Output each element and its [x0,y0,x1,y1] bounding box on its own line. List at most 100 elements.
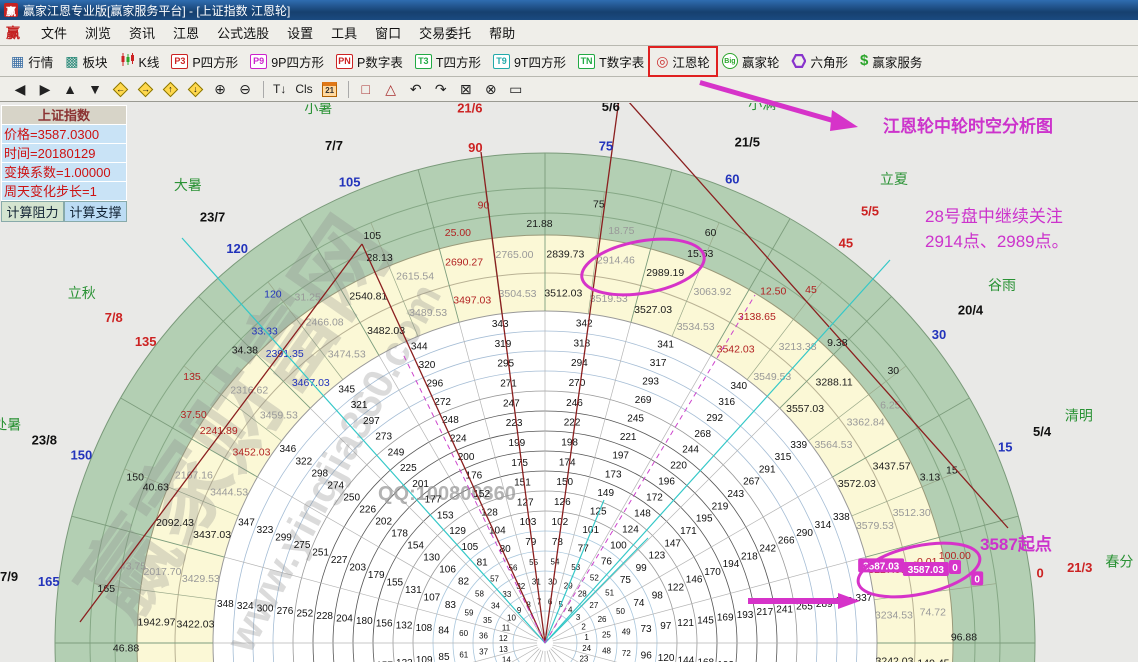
svg-text:247: 247 [503,398,520,409]
svg-text:165: 165 [38,574,60,589]
svg-text:146: 146 [686,575,703,586]
svg-text:242: 242 [759,543,776,554]
menu-item-交易委托[interactable]: 交易委托 [410,23,480,44]
toolbar-9p-square[interactable]: P99P四方形 [245,49,329,74]
toolbar-t-square[interactable]: T3T四方形 [410,49,486,74]
menu-item-窗口[interactable]: 窗口 [366,23,410,44]
diamond-down-icon[interactable]: ↓ [183,79,207,100]
svg-text:218: 218 [741,551,758,562]
svg-text:3474.53: 3474.53 [328,349,366,361]
big-wheel-icon: Big [722,53,738,69]
svg-text:76: 76 [601,557,613,568]
svg-text:3452.03: 3452.03 [232,446,270,458]
pan-left-icon[interactable]: ◀ [8,79,32,100]
toolbar-service[interactable]: $赢家服务 [855,49,927,74]
toolbar-separator [348,81,349,98]
svg-text:3564.53: 3564.53 [814,439,852,451]
chart-area: 赢家财富网www.yingjia360.comQQ:10080036012345… [0,103,1138,662]
svg-text:252: 252 [296,609,313,620]
toolbar-quotes[interactable]: ▦行情 [6,49,58,74]
menu-item-资讯[interactable]: 资讯 [120,23,164,44]
svg-text:34.38: 34.38 [232,345,258,357]
center-cross-icon[interactable]: ⊗ [479,79,503,100]
svg-text:342: 342 [576,318,593,329]
svg-text:74.72: 74.72 [920,606,946,618]
menu-item-公式选股[interactable]: 公式选股 [208,23,278,44]
svg-text:220: 220 [670,461,687,472]
menu-item-帮助[interactable]: 帮助 [480,23,524,44]
svg-text:251: 251 [312,547,329,558]
diamond-up-icon[interactable]: ↑ [158,79,182,100]
pan-up-icon[interactable]: ▲ [58,79,82,100]
svg-text:3437.57: 3437.57 [873,460,911,472]
toolbar-sectors[interactable]: ▩板块 [60,49,112,74]
calendar-icon[interactable]: 21 [318,79,342,100]
toolbar-separator [263,81,264,98]
svg-text:3138.65: 3138.65 [738,311,776,323]
expand-box-icon[interactable]: ⊠ [454,79,478,100]
svg-text:318: 318 [573,338,590,349]
menu-item-文件[interactable]: 文件 [32,23,76,44]
menu-item-浏览[interactable]: 浏览 [76,23,120,44]
presentation-icon[interactable]: ▭ [504,79,528,100]
rotate-ccw-icon[interactable]: ↶ [404,79,428,100]
rotate-cw-icon[interactable]: ↷ [429,79,453,100]
calc-resistance-button[interactable]: 计算阻力 [1,201,64,222]
svg-text:27: 27 [589,601,598,610]
toolbar-t-table[interactable]: TNT数字表 [573,49,649,74]
toolbar-label: 9P四方形 [271,52,324,71]
svg-text:131: 131 [405,585,422,596]
svg-text:0: 0 [1037,565,1044,580]
toolbar-winner-wheel[interactable]: Big赢家轮 [717,49,785,74]
toolbar-p-square[interactable]: P3P四方形 [166,49,243,74]
diamond-left-icon[interactable]: ← [108,79,132,100]
svg-text:321: 321 [351,400,368,411]
svg-text:6.25: 6.25 [880,400,901,412]
toolbar-label: K线 [139,52,160,71]
svg-text:74: 74 [633,598,645,609]
diamond-right-icon[interactable]: → [133,79,157,100]
toolbar-kline[interactable]: K线 [115,49,165,74]
pan-right-icon[interactable]: ▶ [33,79,57,100]
rect-tool-icon[interactable]: □ [354,79,378,100]
menu-bar: 赢 文件浏览资讯江恩公式选股设置工具窗口交易委托帮助 [0,20,1138,46]
gann-wheel[interactable]: 赢家财富网www.yingjia360.comQQ:10080036012345… [0,103,1138,662]
svg-text:343: 343 [492,319,509,330]
svg-text:83: 83 [445,600,457,611]
toolbar-hexagon[interactable]: 六角形 [786,49,853,74]
svg-text:2017.70: 2017.70 [144,566,182,578]
zoom-in-icon[interactable]: ⊕ [208,79,232,100]
toolbar-9t-square[interactable]: T99T四方形 [488,49,571,74]
svg-text:72: 72 [622,649,631,658]
svg-text:224: 224 [450,434,467,445]
svg-text:180: 180 [356,616,373,627]
svg-text:347: 347 [238,517,255,528]
pan-down-icon[interactable]: ▼ [83,79,107,100]
svg-text:295: 295 [497,359,514,370]
svg-text:202: 202 [375,516,392,527]
svg-text:34: 34 [491,602,500,611]
svg-text:96.88: 96.88 [951,632,977,644]
svg-text:3242.03: 3242.03 [876,655,914,662]
cls-button[interactable]: Cls [291,79,316,100]
triangle-tool-icon[interactable]: △ [379,79,403,100]
svg-text:2167.16: 2167.16 [175,470,213,482]
svg-text:25.00: 25.00 [445,227,471,239]
svg-text:269: 269 [635,395,652,406]
svg-text:228: 228 [316,611,333,622]
svg-text:245: 245 [627,414,644,425]
svg-text:340: 340 [730,381,747,392]
svg-text:322: 322 [295,456,312,467]
menu-item-江恩[interactable]: 江恩 [164,23,208,44]
toolbar-label: 赢家轮 [742,52,780,71]
svg-text:270: 270 [569,378,586,389]
measure-icon[interactable]: T↓ [269,79,290,100]
menu-item-设置[interactable]: 设置 [278,23,322,44]
svg-text:150: 150 [556,477,573,488]
svg-text:3579.53: 3579.53 [856,520,894,532]
toolbar-p-table[interactable]: PNP数字表 [331,49,408,74]
svg-text:73: 73 [640,624,652,635]
zoom-out-icon[interactable]: ⊖ [233,79,257,100]
menu-item-工具[interactable]: 工具 [322,23,366,44]
calc-support-button[interactable]: 计算支撑 [64,201,127,222]
